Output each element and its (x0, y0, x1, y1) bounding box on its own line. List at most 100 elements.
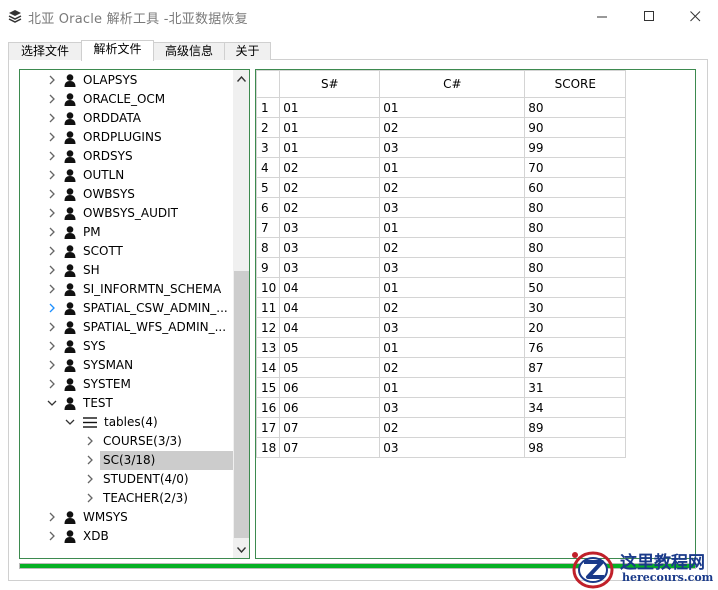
grid-cell[interactable]: 76 (524, 337, 627, 358)
grid-cell[interactable]: 87 (524, 357, 627, 378)
table-row[interactable]: 7 03 01 80 (256, 217, 627, 238)
chevron-right-icon[interactable] (47, 208, 57, 218)
chevron-right-icon[interactable] (47, 341, 57, 351)
grid-cell[interactable]: 02 (379, 297, 526, 318)
grid-cell[interactable]: 80 (524, 197, 627, 218)
chevron-right-icon[interactable] (47, 94, 57, 104)
tree-item[interactable]: OWBSYS (20, 185, 233, 204)
grid-cell[interactable]: 80 (524, 97, 627, 118)
grid-cell[interactable]: 34 (524, 397, 627, 418)
tree-item[interactable]: SCOTT (20, 242, 233, 261)
tree-item[interactable]: XDB (20, 527, 233, 546)
title-bar[interactable]: 北亚 Oracle 解析工具 -北亚数据恢复 (0, 0, 718, 33)
grid-cell[interactable]: 07 (279, 437, 381, 458)
grid-header-s[interactable]: S# (279, 70, 381, 98)
grid-cell[interactable]: 89 (524, 417, 627, 438)
chevron-right-icon[interactable] (47, 246, 57, 256)
table-row[interactable]: 11 04 02 30 (256, 297, 627, 318)
table-row[interactable]: 5 02 02 60 (256, 177, 627, 198)
tree-item[interactable]: WMSYS (20, 508, 233, 527)
tree-item[interactable]: SYSMAN (20, 356, 233, 375)
grid-cell[interactable]: 01 (379, 217, 526, 238)
grid-cell[interactable]: 30 (524, 297, 627, 318)
chevron-right-icon[interactable] (47, 227, 57, 237)
grid-cell[interactable]: 02 (279, 177, 381, 198)
grid-cell[interactable]: 98 (524, 437, 627, 458)
grid-cell[interactable]: 03 (279, 217, 381, 238)
tree-item[interactable]: OLAPSYS (20, 71, 233, 90)
table-row[interactable]: 2 01 02 90 (256, 117, 627, 138)
grid-cell[interactable]: 01 (279, 117, 381, 138)
grid-cell[interactable]: 03 (379, 397, 526, 418)
tree-item[interactable]: ORDPLUGINS (20, 128, 233, 147)
tree-item[interactable]: ORACLE_OCM (20, 90, 233, 109)
table-row[interactable]: 16 06 03 34 (256, 397, 627, 418)
chevron-down-icon[interactable] (47, 398, 57, 408)
table-row[interactable]: 10 04 01 50 (256, 277, 627, 298)
grid-cell[interactable]: 80 (524, 237, 627, 258)
grid-cell[interactable]: 03 (379, 317, 526, 338)
grid-cell[interactable]: 03 (379, 257, 526, 278)
grid-cell[interactable]: 99 (524, 137, 627, 158)
tree-item[interactable]: ORDSYS (20, 147, 233, 166)
tab-advanced-info[interactable]: 高级信息 (153, 42, 225, 60)
chevron-right-icon[interactable] (47, 322, 57, 332)
table-row[interactable]: 13 05 01 76 (256, 337, 627, 358)
grid-cell[interactable]: 01 (379, 377, 526, 398)
schema-tree[interactable]: OLAPSYS ORACLE_OCM ORDDATA ORDPLUGINS ORDSYS… (19, 69, 250, 559)
grid-cell[interactable]: 01 (379, 157, 526, 178)
grid-cell[interactable]: 01 (379, 337, 526, 358)
tree-item[interactable]: SPATIAL_WFS_ADMIN_... (20, 318, 233, 337)
close-button[interactable] (672, 0, 718, 32)
grid-cell[interactable]: 02 (379, 417, 526, 438)
grid-cell[interactable]: 06 (279, 377, 381, 398)
chevron-down-icon[interactable] (65, 417, 75, 427)
table-row[interactable]: 18 07 03 98 (256, 437, 627, 458)
table-row[interactable]: 12 04 03 20 (256, 317, 627, 338)
chevron-right-icon[interactable] (47, 170, 57, 180)
tree-item[interactable]: TEACHER(2/3) (20, 489, 233, 508)
tree-item[interactable]: SI_INFORMTN_SCHEMA (20, 280, 233, 299)
table-row[interactable]: 17 07 02 89 (256, 417, 627, 438)
chevron-right-icon[interactable] (85, 493, 95, 503)
chevron-right-icon[interactable] (47, 379, 57, 389)
table-row[interactable]: 6 02 03 80 (256, 197, 627, 218)
chevron-right-icon[interactable] (47, 303, 57, 313)
maximize-button[interactable] (626, 0, 672, 32)
grid-cell[interactable]: 02 (279, 157, 381, 178)
grid-cell[interactable]: 01 (279, 137, 381, 158)
tree-item[interactable]: OWBSYS_AUDIT (20, 204, 233, 223)
tab-parse-file[interactable]: 解析文件 (81, 40, 154, 61)
data-grid-panel[interactable]: S# C# SCORE 1 01 01 80 2 01 02 90 3 01 03 99 4 02 01 70… (255, 69, 696, 559)
grid-cell[interactable]: 20 (524, 317, 627, 338)
chevron-right-icon[interactable] (47, 360, 57, 370)
tree-item[interactable]: SYS (20, 337, 233, 356)
table-row[interactable]: 9 03 03 80 (256, 257, 627, 278)
tree-item[interactable]: tables(4) (20, 413, 233, 432)
tree-item[interactable]: COURSE(3/3) (20, 432, 233, 451)
grid-cell[interactable]: 03 (379, 197, 526, 218)
tree-item[interactable]: SH (20, 261, 233, 280)
chevron-right-icon[interactable] (47, 512, 57, 522)
tree-item[interactable]: STUDENT(4/0) (20, 470, 233, 489)
chevron-right-icon[interactable] (47, 189, 57, 199)
grid-cell[interactable]: 01 (379, 97, 526, 118)
chevron-right-icon[interactable] (47, 531, 57, 541)
grid-cell[interactable]: 31 (524, 377, 627, 398)
grid-cell[interactable]: 80 (524, 257, 627, 278)
tree-item[interactable]: PM (20, 223, 233, 242)
chevron-right-icon[interactable] (47, 151, 57, 161)
minimize-button[interactable] (579, 0, 625, 32)
scroll-down-button[interactable] (233, 541, 249, 558)
grid-cell[interactable]: 60 (524, 177, 627, 198)
scroll-thumb[interactable] (234, 271, 249, 538)
grid-cell[interactable]: 03 (279, 237, 381, 258)
grid-cell[interactable]: 03 (379, 437, 526, 458)
tree-item[interactable]: OUTLN (20, 166, 233, 185)
grid-cell[interactable]: 02 (379, 117, 526, 138)
table-row[interactable]: 3 01 03 99 (256, 137, 627, 158)
scroll-up-button[interactable] (233, 70, 249, 87)
grid-cell[interactable]: 05 (279, 357, 381, 378)
chevron-right-icon[interactable] (85, 455, 95, 465)
grid-header-score[interactable]: SCORE (524, 70, 627, 98)
